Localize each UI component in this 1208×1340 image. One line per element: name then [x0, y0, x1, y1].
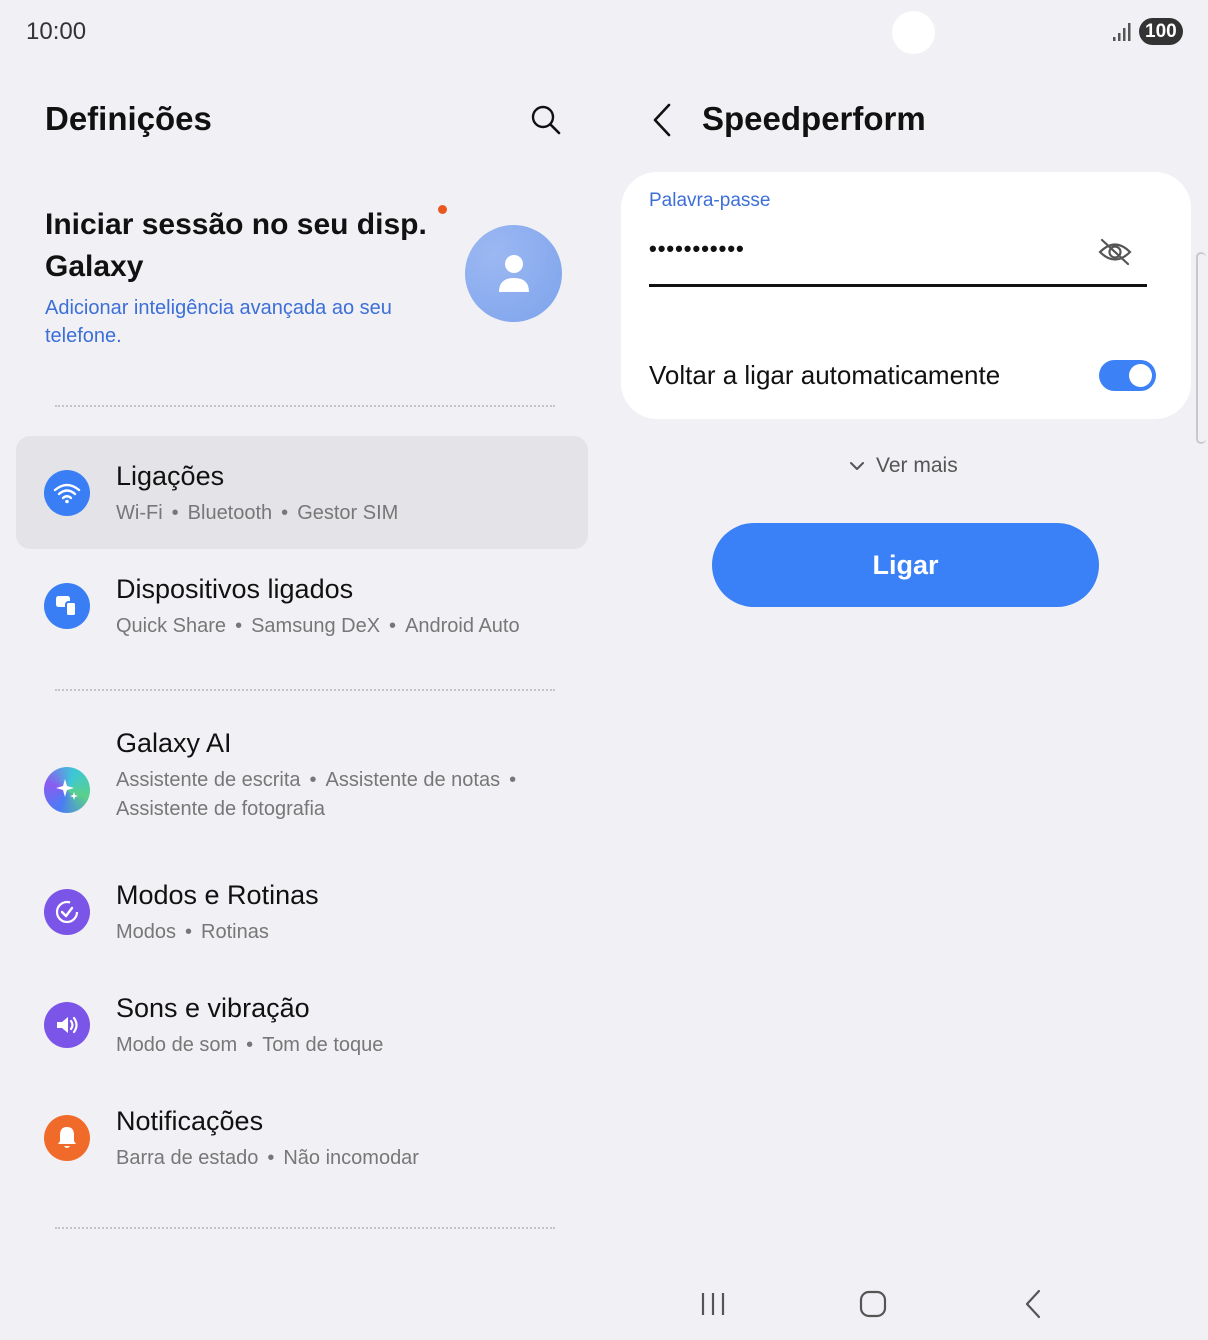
settings-item-sub-label: Wi-Fi — [116, 502, 163, 524]
settings-item-liga-es[interactable]: Ligações Wi-Fi • Bluetooth • Gestor SIM — [16, 436, 588, 549]
settings-item-sub-label: Quick Share — [116, 615, 227, 637]
auto-reconnect-toggle[interactable] — [1099, 360, 1156, 391]
toggle-password-visibility[interactable] — [1095, 234, 1135, 270]
back-button[interactable] — [644, 100, 680, 140]
recents-button[interactable] — [688, 1284, 738, 1324]
battery-badge: 100 — [1139, 18, 1183, 45]
settings-item-sub-label: Android Auto — [405, 615, 520, 637]
network-detail-pane: Speedperform Palavra-passe ••••••••••• V… — [604, 64, 1208, 1274]
modes-routines-icon — [44, 888, 90, 935]
separator-dot: • — [185, 921, 193, 943]
galaxy-ai-icon — [44, 767, 90, 813]
status-bar: 10:00 100 — [0, 0, 1208, 64]
separator-dot: • — [389, 615, 397, 637]
account-subtitle: Adicionar inteligência avançada ao seu t… — [45, 297, 392, 347]
back-icon — [1025, 1289, 1041, 1319]
separator-dot: • — [281, 502, 289, 524]
password-field[interactable]: ••••••••••• — [649, 236, 745, 262]
navigation-bar — [604, 1274, 1208, 1340]
settings-item-subtitle: Barra de estado • Não incomodar — [116, 1144, 576, 1173]
settings-pane: Definições Iniciar sessão no seu disp. G… — [0, 64, 604, 1274]
settings-item-sub-label: Assistente de escrita — [116, 769, 301, 791]
settings-item-sub-label: Rotinas — [201, 921, 269, 943]
chevron-left-icon — [653, 103, 671, 137]
auto-reconnect-label: Voltar a ligar automaticamente — [649, 360, 1001, 390]
settings-item-sub-label: Bluetooth — [187, 502, 273, 524]
settings-item-title: Modos e Rotinas — [116, 880, 319, 910]
settings-item-title: Galaxy AI — [116, 728, 232, 758]
camera-cutout — [892, 11, 935, 54]
notification-dot — [438, 205, 447, 214]
settings-item-subtitle: Modos • Rotinas — [116, 918, 576, 947]
divider — [55, 405, 555, 407]
bell-icon — [44, 1114, 90, 1161]
settings-item-modos-e-rotinas[interactable]: Modos e Rotinas Modos • Rotinas — [16, 855, 588, 968]
settings-item-galaxy-ai[interactable]: Galaxy AI Assistente de escrita • Assistent… — [16, 720, 588, 860]
chevron-down-icon — [850, 462, 864, 470]
password-card: Palavra-passe ••••••••••• Voltar a ligar… — [621, 172, 1191, 419]
settings-item-sons-e-vibra-o[interactable]: Sons e vibração Modo de som • Tom de toque — [16, 968, 588, 1081]
separator-dot: • — [171, 502, 179, 524]
page-title: Definições — [45, 100, 212, 137]
separator-dot: • — [246, 1034, 254, 1056]
settings-item-title: Ligações — [116, 461, 225, 491]
recents-icon — [701, 1293, 725, 1315]
account-title: Iniciar sessão no seu disp. Galaxy — [45, 208, 427, 283]
settings-item-sub-label: Samsung DeX — [251, 615, 381, 637]
settings-item-subtitle: Modo de som • Tom de toque — [116, 1031, 576, 1060]
settings-item-sub-label: Modos — [116, 921, 177, 943]
see-more-button[interactable]: Ver mais — [850, 454, 958, 478]
password-underline — [649, 284, 1147, 287]
separator-dot: • — [509, 769, 517, 791]
settings-item-title: Sons e vibração — [116, 993, 310, 1023]
settings-item-dispositivos-ligados[interactable]: Dispositivos ligados Quick Share • Samsung … — [16, 549, 588, 662]
settings-item-sub-label: Gestor SIM — [297, 502, 399, 524]
settings-item-sub-label: Modo de som — [116, 1034, 238, 1056]
settings-item-notifica-es[interactable]: Notificações Barra de estado • Não incomoda… — [16, 1081, 588, 1194]
settings-item-subtitle: Wi-Fi • Bluetooth • Gestor SIM — [116, 499, 576, 528]
separator-dot: • — [235, 615, 243, 637]
settings-item-sub-label: Assistente de notas — [325, 769, 501, 791]
account-signin[interactable]: Iniciar sessão no seu disp. Galaxy Adici… — [45, 204, 445, 350]
settings-item-subtitle: Quick Share • Samsung DeX • Android Auto — [116, 612, 576, 641]
separator-dot: • — [267, 1147, 275, 1169]
volume-icon — [44, 1001, 90, 1048]
wifi-icon — [44, 469, 90, 516]
settings-item-title: Notificações — [116, 1106, 264, 1136]
connected-devices-icon — [44, 582, 90, 629]
password-label: Palavra-passe — [649, 190, 771, 211]
eye-off-icon — [1098, 238, 1132, 266]
search-button[interactable] — [524, 98, 568, 142]
settings-item-title: Dispositivos ligados — [116, 574, 354, 604]
settings-item-sub-label: Barra de estado — [116, 1147, 259, 1169]
settings-item-subtitle: Assistente de escrita • Assistente de nota… — [116, 766, 576, 824]
connect-button[interactable]: Ligar — [712, 523, 1099, 607]
home-icon — [859, 1290, 887, 1318]
separator-dot: • — [309, 769, 317, 791]
scroll-handle[interactable] — [1196, 252, 1206, 444]
avatar[interactable] — [465, 225, 562, 322]
divider — [55, 689, 555, 691]
network-title: Speedperform — [702, 100, 926, 137]
signal-icon — [1113, 23, 1131, 41]
user-icon — [498, 254, 529, 292]
settings-item-sub-label: Tom de toque — [262, 1034, 384, 1056]
settings-item-sub-label: Assistente de fotografia — [116, 798, 326, 820]
toggle-knob — [1129, 364, 1152, 387]
status-time: 10:00 — [26, 18, 87, 45]
divider — [55, 1227, 555, 1229]
settings-item-sub-label: Não incomodar — [283, 1147, 419, 1169]
search-icon — [531, 105, 561, 135]
home-button[interactable] — [848, 1284, 898, 1324]
nav-back-button[interactable] — [1008, 1284, 1058, 1324]
see-more-label: Ver mais — [876, 454, 958, 477]
